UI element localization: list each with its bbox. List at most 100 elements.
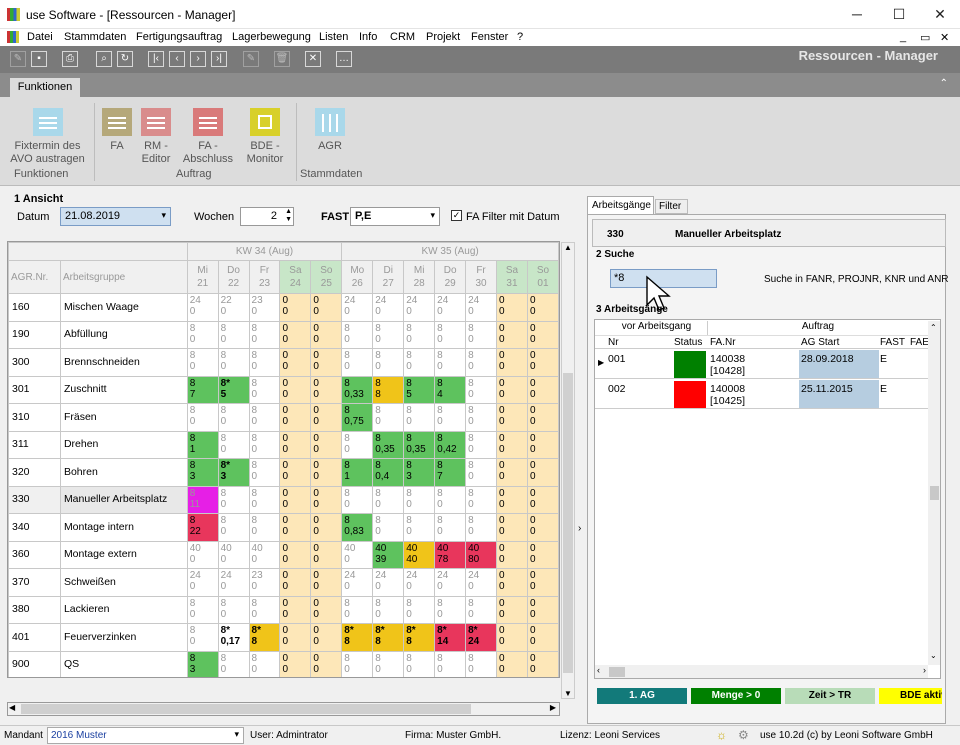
capacity-cell[interactable]: 00 [526,430,559,459]
capacity-cell[interactable]: 00 [279,595,312,624]
table-row[interactable]: 190 Abfüllung 8 0 8 0 8 0 0 0 0 0 8 0 8 0 8 0 8 0 8 0 0 0 0 0 [8,320,559,349]
capacity-cell[interactable]: 00 [310,293,343,322]
sun-icon[interactable]: ☼ [716,728,727,742]
table-row[interactable]: 330 Manueller Arbeitsplatz 8 11 8 0 8 0 0 0 0 0 8 0 8 0… [8,485,559,514]
capacity-cell[interactable]: 24 0 [372,293,405,322]
capacity-cell[interactable]: 80 [434,650,467,677]
capacity-cell[interactable]: 00 [279,513,312,542]
tab-funktionen[interactable]: Funktionen [10,78,80,97]
capacity-cell[interactable]: 80 [217,430,250,459]
table-row[interactable]: 320 Bohren 8 3 8* 3 8 0 0 0 0 0 8 1 8 0,4 8 3 8 7 8 0 0 0 0 0 [8,458,559,487]
mdi-minimize-icon[interactable]: _ [900,31,906,43]
capacity-cell[interactable]: 80 [248,485,281,514]
capacity-cell[interactable]: 00 [496,568,528,597]
col-ag-start[interactable]: AG Start [801,337,839,348]
capacity-cell[interactable]: 24 0 [465,293,498,322]
tab-filter[interactable]: Filter [655,199,688,214]
capacity-cell[interactable]: 00 [526,403,559,432]
fast-select[interactable]: P,E ▾ [350,207,440,226]
capacity-cell[interactable]: 00 [496,293,528,322]
capacity-cell[interactable]: 80 [248,430,281,459]
capacity-cell[interactable]: 00 [526,623,559,652]
capacity-cell[interactable]: 8* 8 [341,623,374,652]
capacity-cell[interactable]: 8* 3 [217,458,250,487]
capacity-cell[interactable]: 00 [496,650,528,677]
collapse-ribbon-icon[interactable]: ⌃ [940,78,948,89]
capacity-cell[interactable]: 00 [496,485,528,514]
capacity-cell[interactable]: 00 [526,348,559,377]
capacity-cell[interactable]: 80 [217,485,250,514]
col-status[interactable]: Status [674,337,702,348]
stepper-arrows-icon[interactable]: ▲ ▼ [285,208,292,224]
menu-fertigungsauftrag[interactable]: Fertigungsauftrag [136,31,222,43]
grid-horizontal-scrollbar[interactable]: ◀ ▶ [7,702,560,716]
capacity-cell[interactable]: 84 [434,375,467,404]
print-icon[interactable]: ⎙ [62,51,78,67]
table-row[interactable]: ▶ 001 140038 [10428] 28.09.2018 E [595,350,940,379]
table-row[interactable]: 340 Montage intern 8 22 8 0 8 0 0 0 0 0 8 0,83 8 0 8 0 8 0 8… [8,513,559,542]
capacity-cell[interactable]: 00 [496,348,528,377]
capacity-cell[interactable]: 81 [186,430,219,459]
capacity-cell[interactable]: 80 [434,403,467,432]
capacity-cell[interactable]: 85 [403,375,436,404]
capacity-cell[interactable]: 80 [465,485,498,514]
scroll-thumb[interactable] [563,373,573,673]
capacity-cell[interactable]: 80 [341,348,374,377]
capacity-cell[interactable]: 00 [496,595,528,624]
capacity-cell[interactable]: 80 [186,595,219,624]
capacity-cell[interactable]: 8* 8 [372,623,405,652]
rm-editor-button[interactable]: RM - Editor [138,108,174,166]
table-row[interactable]: 360 Montage extern 40 0 40 0 40 0 0 0 0 0 40 0 40 39 40 4… [8,540,559,569]
capacity-cell[interactable]: 80 [403,513,436,542]
capacity-cell[interactable]: 00 [526,650,559,677]
capacity-cell[interactable]: 80 [465,430,498,459]
table-row[interactable]: 002 140008 [10425] 25.11.2015 E [595,380,940,409]
capacity-cell[interactable]: 40 0 [248,540,281,569]
grid-vertical-scrollbar[interactable]: ▲ ▼ [561,242,575,699]
ag-vertical-scrollbar[interactable]: ⌃ ⌄ [928,321,940,665]
capacity-cell[interactable]: 80 [403,348,436,377]
capacity-cell[interactable]: 80 [372,595,405,624]
capacity-cell[interactable]: 80 [372,320,405,349]
capacity-cell[interactable]: 80 [186,403,219,432]
capacity-cell[interactable]: 24 0 [341,568,374,597]
capacity-cell[interactable]: 00 [279,650,312,677]
capacity-cell[interactable]: 00 [279,540,312,569]
capacity-cell[interactable]: 80 [341,650,374,677]
capacity-cell[interactable]: 80 [186,348,219,377]
mdi-restore-icon[interactable]: ▭ [920,31,930,44]
capacity-cell[interactable]: 23 0 [248,568,281,597]
capacity-cell[interactable]: 80 [248,348,281,377]
table-row[interactable]: 311 Drehen 8 1 8 0 8 0 0 0 0 0 8 0 8 0,35 8 0,35 8 0,42 8 0 0 0… [8,430,559,459]
capacity-cell[interactable]: 24 0 [403,293,436,322]
capacity-cell[interactable]: 00 [310,650,343,677]
capacity-cell[interactable]: 40 78 [434,540,467,569]
capacity-cell[interactable]: 80 [248,375,281,404]
more-icon[interactable]: … [336,51,352,67]
capacity-cell[interactable]: 87 [186,375,219,404]
menu-stammdaten[interactable]: Stammdaten [64,31,126,43]
capacity-cell[interactable]: 40 39 [372,540,405,569]
capacity-cell[interactable]: 00 [310,568,343,597]
prev-record-icon[interactable]: ‹ [169,51,185,67]
capacity-cell[interactable]: 80 [217,595,250,624]
capacity-cell[interactable]: 80 [465,650,498,677]
capacity-cell[interactable]: 23 0 [248,293,281,322]
capacity-cell[interactable]: 8* 14 [434,623,467,652]
capacity-cell[interactable]: 80 [186,623,219,652]
col-nr[interactable]: Nr [608,337,619,348]
capacity-cell[interactable]: 80 [248,403,281,432]
menu-datei[interactable]: Datei [27,31,53,43]
capacity-cell[interactable]: 80 [372,650,405,677]
capacity-cell[interactable]: 8 0,33 [341,375,374,404]
capacity-cell[interactable]: 40 40 [403,540,436,569]
capacity-cell[interactable]: 80 [465,595,498,624]
capacity-cell[interactable]: 8* 8 [403,623,436,652]
table-row[interactable]: 300 Brennschneiden 8 0 8 0 8 0 0 0 0 0 8 0 8 0 8 0 8 0 8 0 0 0 0… [8,348,559,377]
scroll-left-icon[interactable]: ◀ [9,703,15,712]
capacity-cell[interactable]: 00 [526,320,559,349]
capacity-cell[interactable]: 80 [217,650,250,677]
edit-icon[interactable]: ✎ [10,51,26,67]
capacity-cell[interactable]: 80 [465,458,498,487]
capacity-cell[interactable]: 00 [496,430,528,459]
